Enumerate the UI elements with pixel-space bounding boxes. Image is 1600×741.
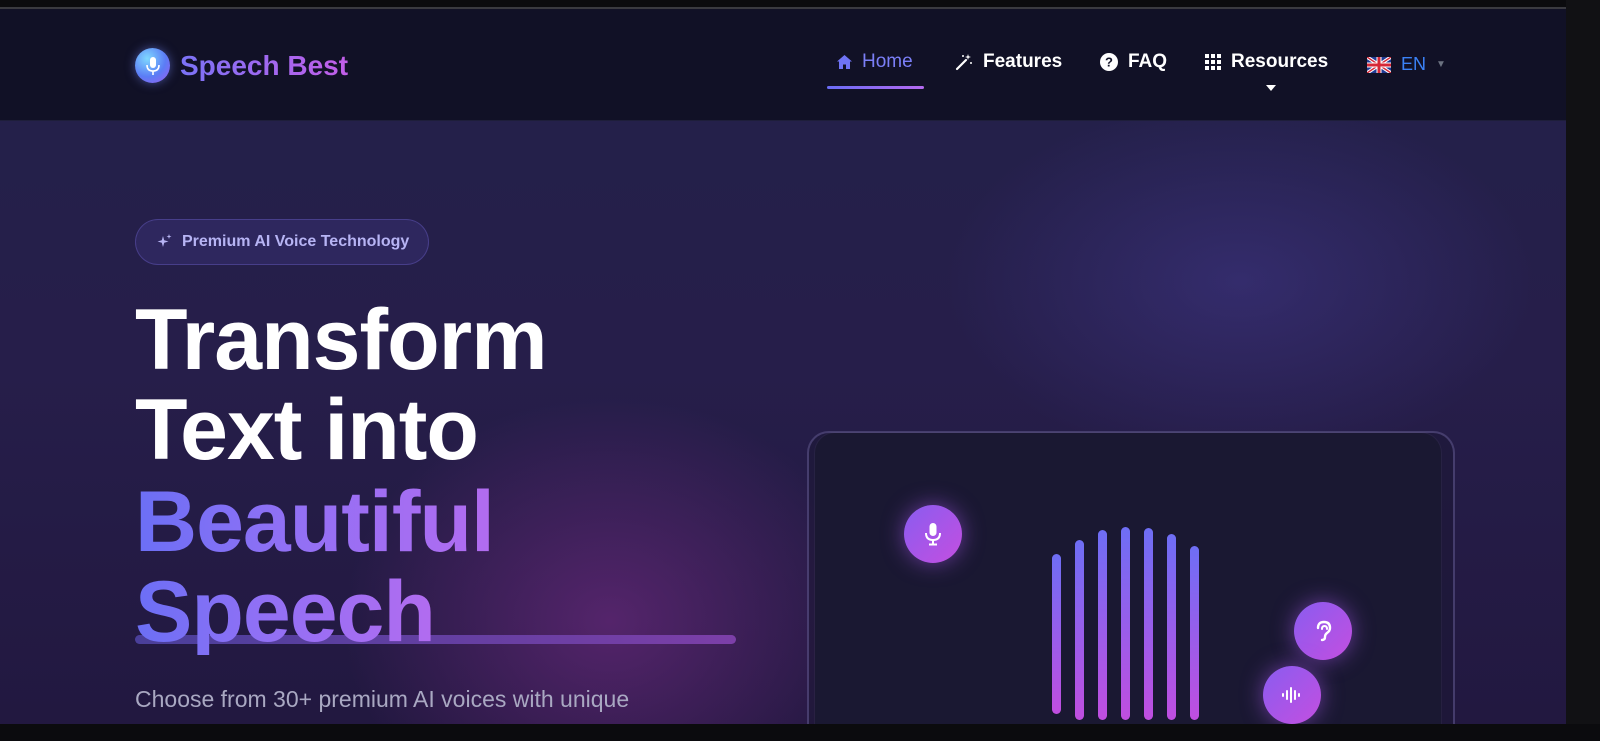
- hero-title-line-4: Speech: [135, 564, 436, 660]
- waveform-bar: [1144, 528, 1153, 720]
- waveform-bar: [1167, 534, 1176, 720]
- language-selector[interactable]: EN ▼: [1367, 54, 1446, 75]
- waveform-bar: [1098, 530, 1107, 720]
- hero-title-line-2: Text into: [135, 382, 479, 478]
- nav-features[interactable]: Features: [955, 51, 1062, 73]
- hero-subtitle: Choose from 30+ premium AI voices with u…: [135, 686, 630, 712]
- nav-faq[interactable]: ? FAQ: [1100, 51, 1167, 73]
- hero-badge: Premium AI Voice Technology: [135, 219, 429, 265]
- question-circle-icon: ?: [1100, 53, 1118, 71]
- nav-home[interactable]: Home: [837, 51, 913, 73]
- nav-features-label: Features: [983, 51, 1063, 72]
- microphone-icon: [904, 505, 962, 563]
- nav-resources-label: Resources: [1231, 51, 1329, 72]
- page-viewport: Speech Best Home Features ? FAQ Resource…: [0, 9, 1566, 724]
- brand[interactable]: Speech Best: [135, 48, 348, 83]
- waveform-bar: [1075, 540, 1084, 720]
- uk-flag-icon: [1367, 56, 1391, 73]
- nav-resources[interactable]: Resources: [1205, 51, 1328, 73]
- voice-visual-card: [815, 433, 1441, 724]
- nav-active-indicator: [827, 86, 924, 89]
- window-bottom-edge: [0, 724, 1600, 741]
- chevron-down-icon[interactable]: [1266, 85, 1276, 91]
- sparkles-icon: [157, 234, 172, 247]
- grid-icon: [1205, 54, 1221, 70]
- microphone-logo-icon: [135, 48, 170, 83]
- language-label: EN: [1401, 54, 1427, 74]
- svg-text:?: ?: [1105, 55, 1113, 70]
- hero-badge-label: Premium AI Voice Technology: [182, 233, 410, 250]
- nav-faq-label: FAQ: [1128, 51, 1168, 72]
- waveform-bar: [1121, 527, 1130, 720]
- window-right-edge: [1566, 0, 1600, 741]
- magic-wand-icon: [955, 54, 972, 71]
- hero-title-line-3: Beautiful: [135, 474, 495, 570]
- browser-top-edge: [0, 0, 1566, 9]
- waveform-bar: [1190, 546, 1199, 720]
- waveform-bar: [1052, 554, 1061, 714]
- hero-title-line-1: Transform: [135, 292, 548, 388]
- language-caret-icon: ▼: [1436, 59, 1446, 70]
- sound-wave-icon: [1263, 666, 1321, 724]
- ear-icon: [1294, 602, 1352, 660]
- brand-name: Speech Best: [180, 49, 349, 81]
- home-icon: [837, 55, 852, 69]
- site-header: Speech Best Home Features ? FAQ Resource…: [0, 9, 1566, 121]
- nav-home-label: Home: [862, 51, 913, 72]
